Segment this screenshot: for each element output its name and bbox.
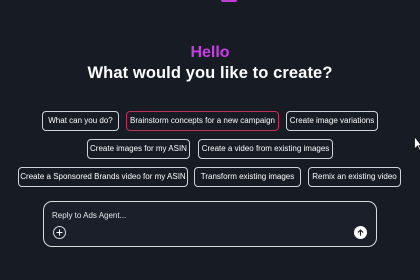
arrow-up-icon (357, 229, 364, 236)
suggestion-chip-brainstorm-concepts[interactable]: Brainstorm concepts for a new campaign (126, 111, 279, 131)
suggestion-chip-sponsored-brands-video[interactable]: Create a Sponsored Brands video for my A… (18, 167, 188, 187)
suggestion-chip-remix-video[interactable]: Remix an existing video (308, 167, 401, 187)
attach-button[interactable] (53, 226, 66, 239)
suggestion-chip-image-variations[interactable]: Create image variations (286, 111, 378, 131)
plus-icon (56, 229, 63, 236)
page-headline: What would you like to create? (87, 64, 333, 82)
send-button[interactable] (354, 226, 367, 239)
suggestion-chip-transform-images[interactable]: Transform existing images (194, 167, 301, 187)
suggestion-chip-what-can-you-do[interactable]: What can you do? (42, 111, 119, 131)
mouse-cursor-icon (414, 136, 420, 152)
message-composer (43, 201, 377, 247)
top-accent-indicator (221, 0, 237, 2)
message-input[interactable] (52, 208, 352, 222)
greeting-title: Hello (190, 44, 230, 61)
suggestion-chip-images-for-asin[interactable]: Create images for my ASIN (87, 139, 190, 159)
suggestion-chip-video-from-images[interactable]: Create a video from existing images (198, 139, 333, 159)
